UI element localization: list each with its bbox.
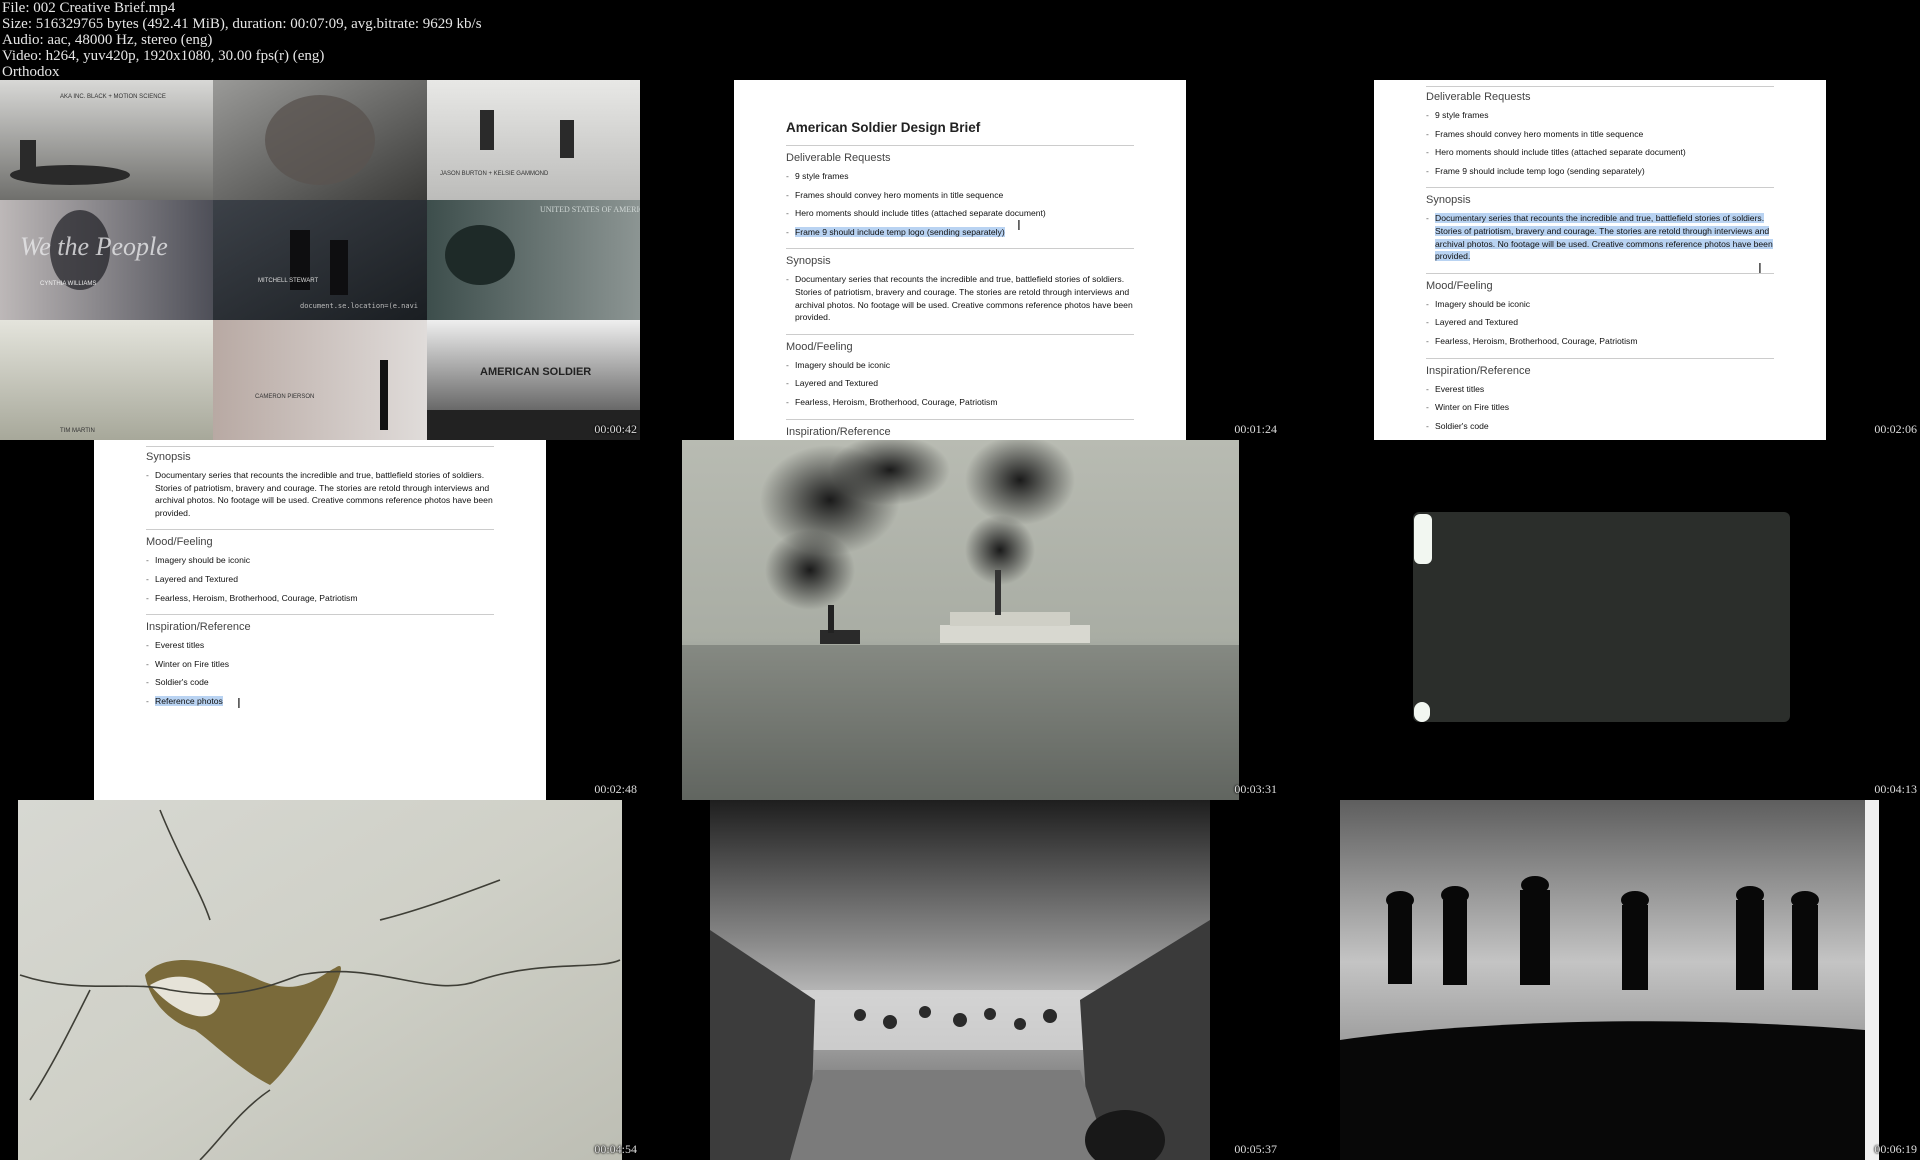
deliverable-item: Hero moments should include titles (atta… [1426, 146, 1774, 159]
timestamp: 00:06:19 [1874, 1142, 1917, 1156]
video-info: Video: h264, yuv420p, 1920x1080, 30.00 f… [2, 48, 325, 64]
timestamp: 00:03:31 [1234, 782, 1277, 796]
collage-usa-text: UNITED STATES OF AMERICA [540, 205, 640, 214]
thumbnail-ships-photo[interactable]: 00:03:31 [640, 440, 1280, 800]
mood-item: Layered and Textured [786, 377, 1134, 390]
mood-item: Fearless, Heroism, Brotherhood, Courage,… [146, 592, 494, 605]
timestamp: 00:01:24 [1234, 422, 1277, 436]
timestamp: 00:00:42 [594, 422, 637, 436]
deliverable-item: 9 style frames [786, 170, 1134, 183]
inspiration-heading: Inspiration/Reference [786, 425, 891, 438]
brief-document: American Soldier Design Brief Deliverabl… [734, 80, 1186, 440]
mood-item: Imagery should be iconic [786, 359, 1134, 372]
timestamp: 00:04:54 [594, 1142, 637, 1156]
deliverable-item-highlighted: Frame 9 should include temp logo (sendin… [795, 226, 1005, 237]
thumbnail-collage[interactable]: AKA INC. BLACK + MOTION SCIENCE JASON BU… [0, 80, 640, 440]
audio-info: Audio: aac, 48000 Hz, stereo (eng) [2, 32, 213, 48]
deliverable-item: Frames should convey hero moments in tit… [786, 189, 1134, 202]
mood-item: Layered and Textured [1426, 316, 1774, 329]
inspiration-heading: Inspiration/Reference [1426, 364, 1531, 377]
deliverables-heading: Deliverable Requests [1426, 91, 1531, 103]
mood-heading: Mood/Feeling [146, 536, 213, 549]
film-light-leak [1414, 514, 1432, 564]
collage-credit-7: TIM MARTIN [60, 428, 95, 434]
mood-item: Fearless, Heroism, Brotherhood, Courage,… [786, 396, 1134, 409]
brief-title: American Soldier Design Brief [786, 120, 981, 135]
mood-item: Imagery should be iconic [146, 554, 494, 567]
inspiration-item: Winter on Fire titles [146, 658, 494, 671]
collage-credit-8: CAMERON PIERSON [255, 394, 314, 400]
collage-credit-3: JASON BURTON + KELSIE GAMMOND [440, 171, 549, 177]
inspiration-item: Everest titles [146, 639, 494, 652]
film-frame-texture [1413, 512, 1790, 722]
mood-item: Imagery should be iconic [1426, 298, 1774, 311]
collage-credit-5: MITCHELL STEWART [258, 278, 318, 284]
thumbnail-brief-synopsis[interactable]: Deliverable Requests 9 style frames Fram… [1280, 80, 1920, 440]
synopsis-text: Documentary series that recounts the inc… [146, 469, 494, 519]
synopsis-text-highlighted: Documentary series that recounts the inc… [1435, 213, 1773, 262]
deliverables-heading: Deliverable Requests [786, 152, 891, 164]
file-name: File: 002 Creative Brief.mp4 [2, 0, 176, 16]
collage-code-text: document.se.location=(e.navi [300, 302, 418, 310]
mood-heading: Mood/Feeling [786, 340, 853, 353]
inspiration-item: Everest titles [1426, 383, 1774, 396]
deliverable-item: Frames should convey hero moments in tit… [1426, 128, 1774, 141]
thumbnail-soldier-silhouettes[interactable]: 00:06:19 [1280, 800, 1920, 1160]
cracked-wall-image [18, 800, 622, 1160]
inspiration-item: Soldier's code [1426, 420, 1774, 433]
deliverable-item: Frame 9 should include temp logo (sendin… [1426, 165, 1774, 178]
collage-credit-4: CYNTHIA WILLIAMS [40, 281, 96, 287]
deliverable-item: 9 style frames [1426, 109, 1774, 122]
mood-heading: Mood/Feeling [1426, 279, 1493, 292]
thumbnail-brief-inspiration[interactable]: Synopsis Documentary series that recount… [0, 440, 640, 800]
synopsis-heading: Synopsis [786, 255, 831, 268]
synopsis-text: Documentary series that recounts the inc… [786, 273, 1134, 323]
brief-document: Deliverable Requests 9 style frames Fram… [1374, 80, 1826, 440]
timestamp: 00:02:06 [1874, 422, 1917, 436]
text-cursor-icon: I [237, 697, 241, 712]
thumbnail-landing-craft[interactable]: 00:05:37 [640, 800, 1280, 1160]
american-soldier-logo: AMERICAN SOLDIER [480, 366, 591, 378]
we-the-people-text: We the People [20, 232, 168, 261]
tag-label: Orthodox [2, 64, 60, 80]
timestamp: 00:05:37 [1234, 1142, 1277, 1156]
landing-craft-image [710, 800, 1210, 1160]
ships-photo-image [682, 440, 1239, 800]
mood-item: Fearless, Heroism, Brotherhood, Courage,… [1426, 335, 1774, 348]
inspiration-item-highlighted: Reference photos [155, 695, 223, 706]
collage-image: AKA INC. BLACK + MOTION SCIENCE JASON BU… [0, 80, 640, 440]
timestamp: 00:04:13 [1874, 782, 1917, 796]
brief-document: Synopsis Documentary series that recount… [94, 440, 546, 800]
thumbnail-grid: AKA INC. BLACK + MOTION SCIENCE JASON BU… [0, 80, 1920, 1160]
film-light-leak [1414, 702, 1430, 722]
mood-item: Layered and Textured [146, 573, 494, 586]
file-size-info: Size: 516329765 bytes (492.41 MiB), dura… [2, 16, 482, 32]
thumbnail-brief-top[interactable]: American Soldier Design Brief Deliverabl… [640, 80, 1280, 440]
synopsis-heading: Synopsis [146, 451, 191, 463]
inspiration-heading: Inspiration/Reference [146, 621, 251, 634]
thumbnail-film-frame[interactable]: 00:04:13 [1280, 440, 1920, 800]
deliverable-item: Hero moments should include titles (atta… [786, 207, 1134, 220]
text-cursor-icon: I [1758, 262, 1762, 277]
soldier-silhouettes-image [1340, 800, 1879, 1160]
synopsis-heading: Synopsis [1426, 194, 1471, 207]
timestamp: 00:02:48 [594, 782, 637, 796]
inspiration-item: Winter on Fire titles [1426, 401, 1774, 414]
text-cursor-icon: I [1017, 219, 1021, 234]
thumbnail-cracked-wall[interactable]: 00:04:54 [0, 800, 640, 1160]
file-info-header: File: 002 Creative Brief.mp4 Size: 51632… [0, 0, 1920, 80]
inspiration-item: Soldier's code [146, 676, 494, 689]
collage-credit-1: AKA INC. BLACK + MOTION SCIENCE [60, 94, 166, 100]
